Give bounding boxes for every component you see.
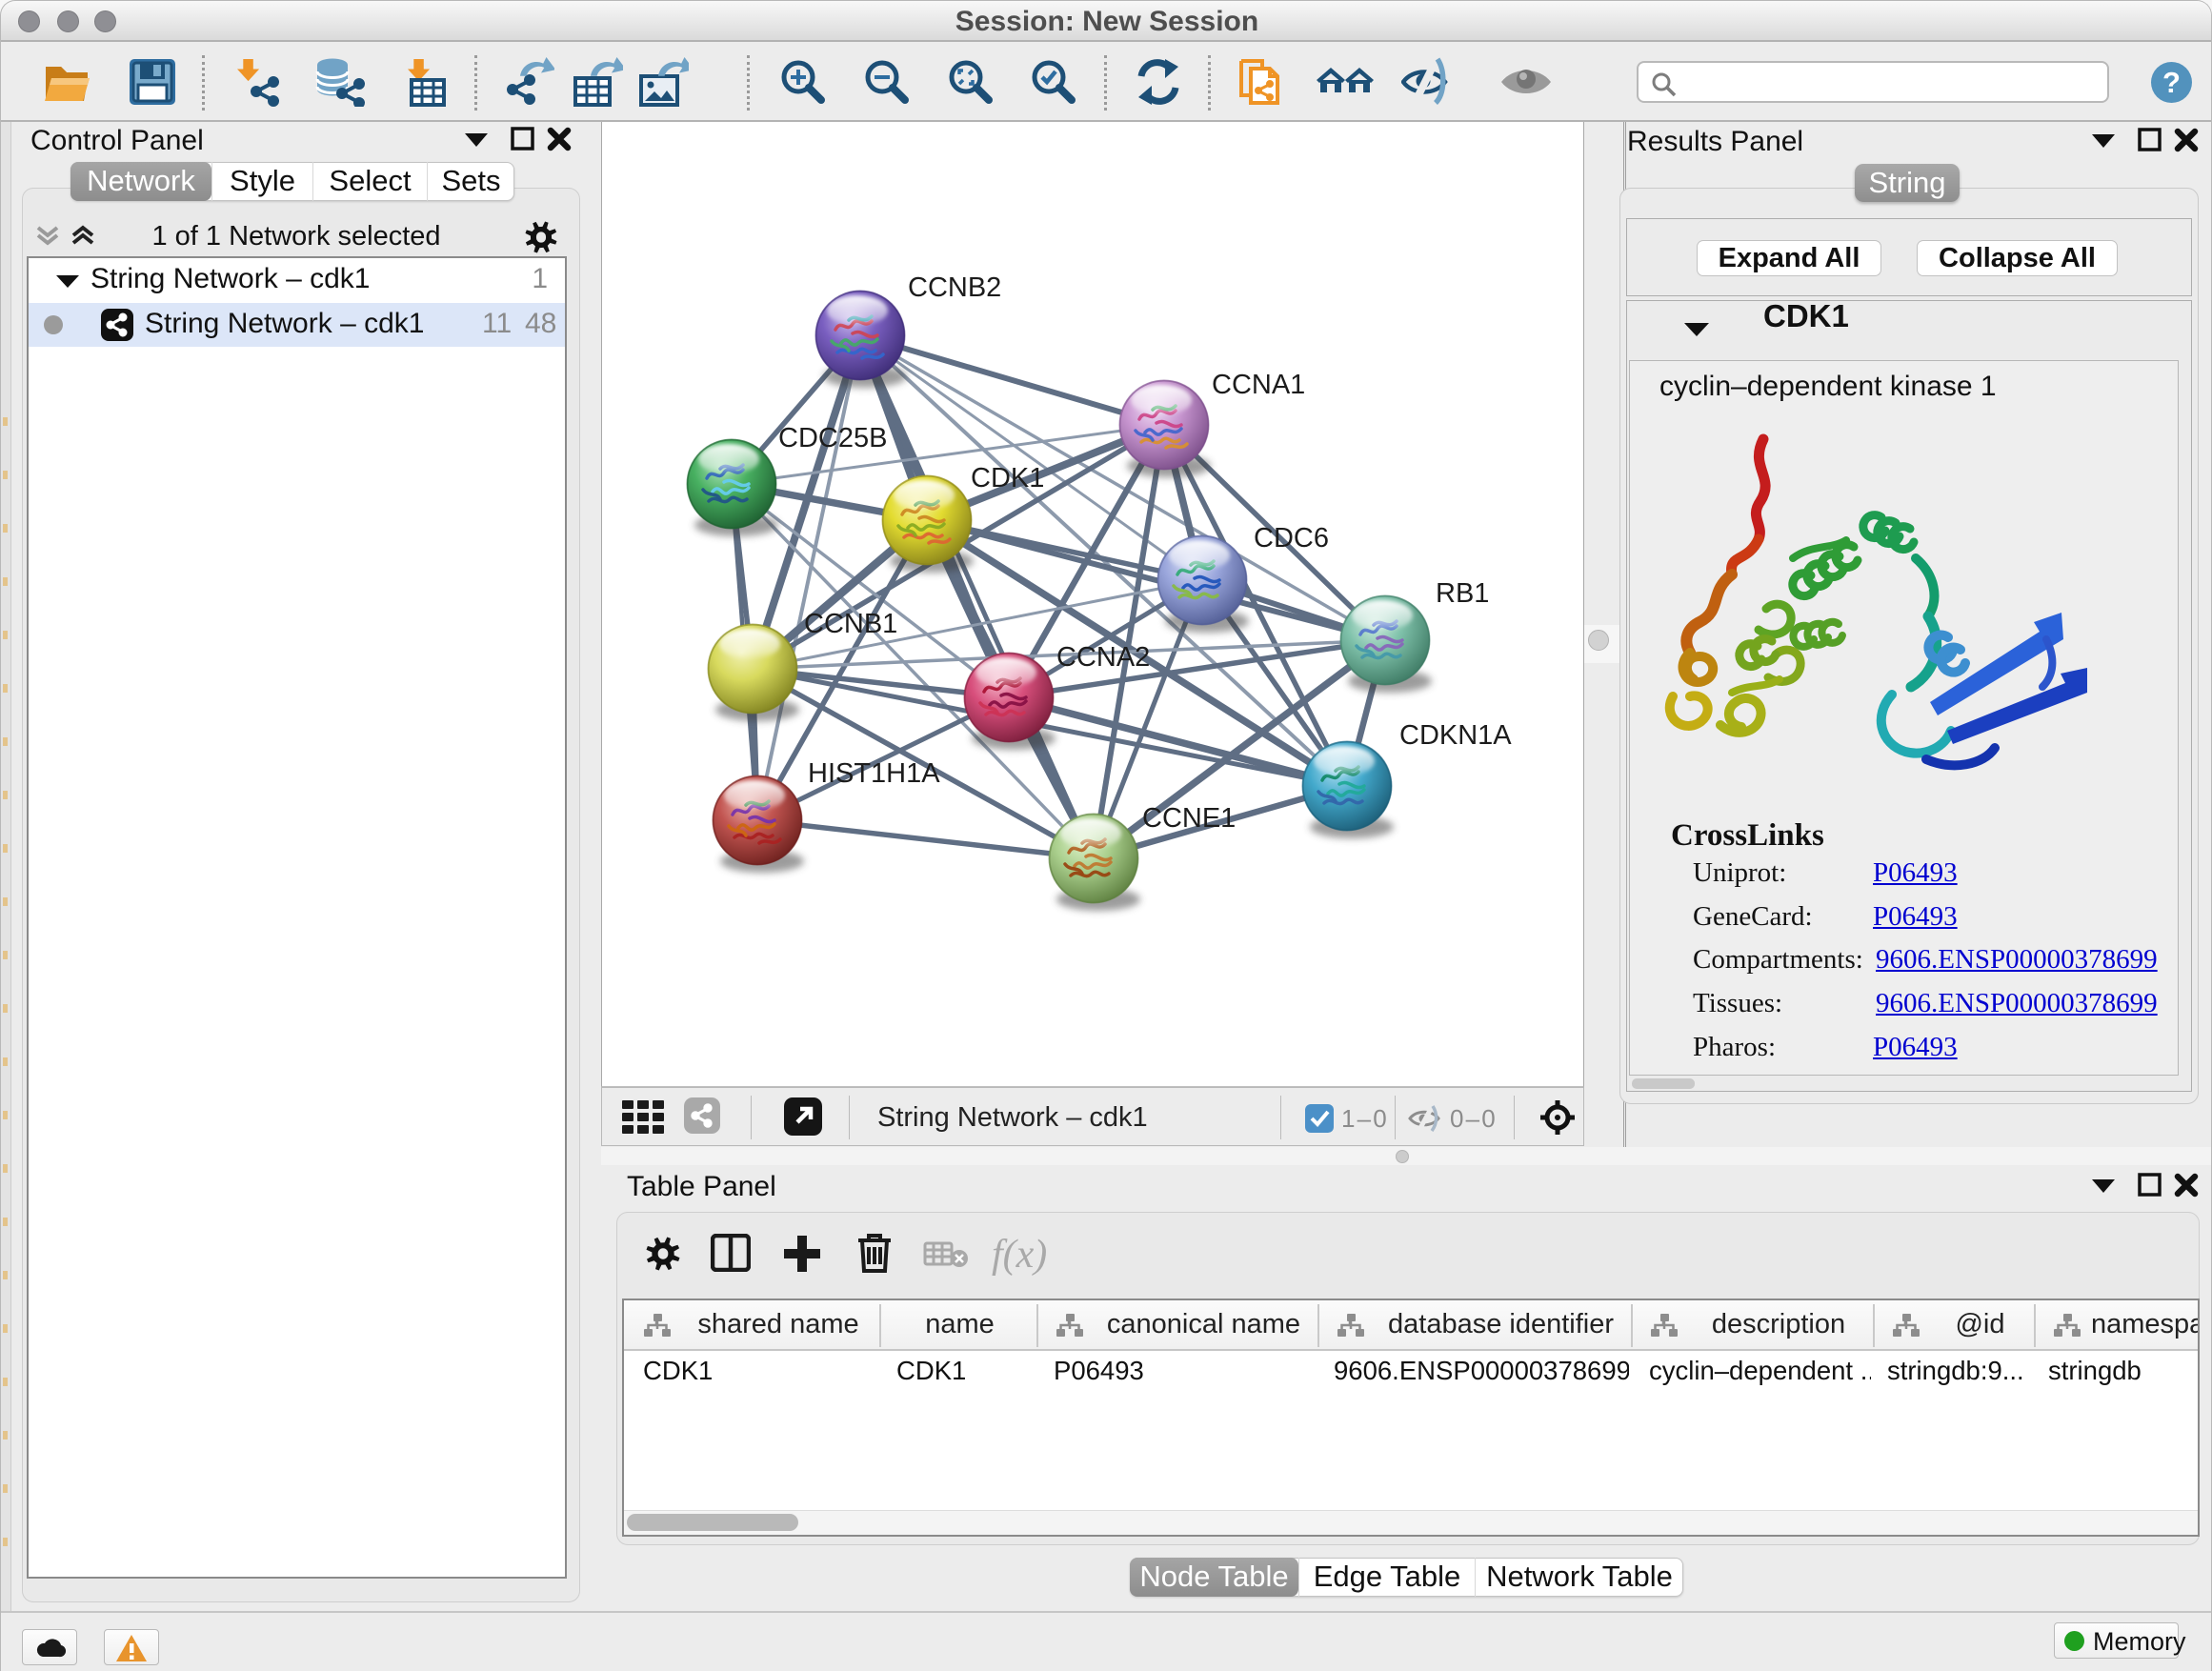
svg-text:RB1: RB1 — [1436, 578, 1489, 609]
svg-text:CDKN1A: CDKN1A — [1399, 720, 1512, 751]
svg-text:CCNA2: CCNA2 — [1056, 642, 1150, 673]
svg-text:CCNB1: CCNB1 — [804, 609, 897, 639]
svg-text:HIST1H1A: HIST1H1A — [808, 758, 940, 789]
svg-text:CDK1: CDK1 — [971, 463, 1044, 493]
svg-text:CDC25B: CDC25B — [778, 423, 887, 453]
svg-text:CCNB2: CCNB2 — [908, 272, 1001, 303]
svg-text:CCNE1: CCNE1 — [1142, 803, 1236, 834]
svg-text:CDC6: CDC6 — [1254, 523, 1329, 554]
svg-text:CCNA1: CCNA1 — [1212, 370, 1305, 400]
